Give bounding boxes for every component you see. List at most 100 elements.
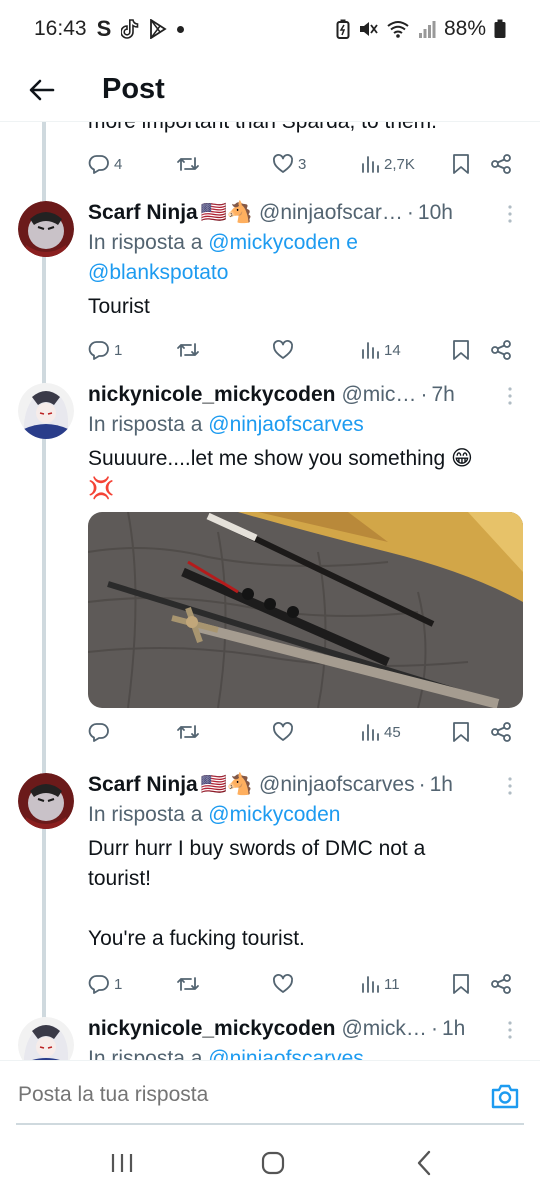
bookmark-button[interactable]: [452, 966, 470, 1002]
back-button[interactable]: [22, 70, 62, 110]
reply-icon: [88, 341, 109, 360]
back-nav-button[interactable]: [404, 1148, 444, 1178]
reply-button[interactable]: 1: [88, 966, 122, 1002]
like-button[interactable]: 3: [272, 146, 306, 182]
bookmark-button[interactable]: [452, 332, 470, 368]
tweet-item[interactable]: nickynicole_mickycoden @mic… · 7h In ris…: [0, 380, 540, 760]
play-store-icon: [150, 19, 167, 39]
top-app-bar: Post: [0, 58, 540, 122]
more-options-icon[interactable]: [502, 776, 518, 796]
tweet-item[interactable]: Scarf Ninja 🇺🇸🐴 @ninjaofscarves · 1h In …: [0, 770, 540, 1010]
views-button[interactable]: 45: [360, 714, 401, 750]
repost-icon: [177, 157, 199, 171]
heart-icon: [273, 340, 293, 359]
like-button[interactable]: [272, 714, 294, 750]
more-options-icon[interactable]: [502, 204, 518, 224]
bookmark-icon: [453, 340, 469, 360]
page-title: Post: [102, 73, 165, 105]
repost-button[interactable]: [176, 966, 200, 1002]
share-button[interactable]: [490, 966, 512, 1002]
tweet-item[interactable]: Scarf Ninja 🇺🇸🐴 @ninjaofscar… · 10h In r…: [0, 198, 540, 378]
timestamp[interactable]: 10h: [418, 201, 453, 225]
repost-icon: [177, 343, 199, 357]
separator-dot: ·: [430, 1017, 438, 1040]
avatar[interactable]: [18, 383, 74, 439]
more-options-icon[interactable]: [502, 1020, 518, 1040]
timestamp[interactable]: 1h: [442, 1017, 465, 1041]
reply-composer: [0, 1060, 540, 1126]
reply-prefix: In risposta a: [88, 1047, 203, 1060]
views-icon: [362, 724, 379, 741]
arrow-left-icon: [29, 79, 55, 100]
reply-button[interactable]: 4: [88, 146, 122, 182]
views-count: 14: [384, 341, 401, 359]
mention-link[interactable]: @ninjaofscarves: [208, 1047, 364, 1060]
avatar[interactable]: [18, 1017, 74, 1060]
more-options-icon[interactable]: [502, 386, 518, 406]
avatar[interactable]: [18, 773, 74, 829]
battery-percent: 88%: [443, 17, 486, 40]
reply-count: 4: [114, 155, 123, 173]
recents-icon: [111, 1154, 133, 1172]
reply-icon: [88, 155, 109, 174]
mention-link[interactable]: @mickycoden: [208, 231, 340, 254]
home-button[interactable]: [253, 1148, 293, 1178]
share-button[interactable]: [490, 146, 512, 182]
heart-icon: [273, 722, 293, 741]
avatar[interactable]: [18, 201, 74, 257]
reply-input[interactable]: [18, 1083, 438, 1107]
dot-icon: [177, 25, 185, 33]
share-button[interactable]: [490, 332, 512, 368]
tweet-header: nickynicole_mickycoden @mic… · 7h: [88, 380, 520, 410]
reply-icon: [88, 723, 109, 742]
like-button[interactable]: [272, 332, 294, 368]
views-button[interactable]: 11: [360, 966, 400, 1002]
bookmark-icon: [453, 722, 469, 742]
tweet-actions: 45: [88, 714, 518, 750]
share-icon: [491, 974, 511, 994]
reply-button[interactable]: [88, 714, 110, 750]
repost-button[interactable]: [176, 332, 200, 368]
share-icon: [491, 722, 511, 742]
signal-icon: [418, 21, 436, 38]
reply-prefix: In risposta a: [88, 803, 203, 826]
thread[interactable]: more important than Sparda, to them. 4 3…: [0, 122, 540, 1060]
mention-link[interactable]: @ninjaofscarves: [208, 413, 364, 436]
timestamp[interactable]: 7h: [431, 383, 454, 407]
tweet-media-photo[interactable]: [88, 512, 523, 708]
bookmark-button[interactable]: [452, 714, 470, 750]
mention-link[interactable]: @mickycoden: [208, 803, 340, 826]
separator-dot: ·: [406, 201, 414, 224]
user-handle[interactable]: @ninjaofscarves: [259, 773, 415, 797]
camera-icon[interactable]: [490, 1081, 520, 1111]
display-name[interactable]: nickynicole_mickycoden: [88, 383, 335, 407]
bookmark-button[interactable]: [452, 146, 470, 182]
like-button[interactable]: [272, 966, 294, 1002]
timestamp[interactable]: 1h: [430, 773, 453, 797]
views-icon: [362, 156, 379, 173]
name-emoji: 🇺🇸🐴: [200, 201, 254, 224]
reply-button[interactable]: 1: [88, 332, 122, 368]
share-button[interactable]: [490, 714, 512, 750]
display-name[interactable]: Scarf Ninja: [88, 773, 198, 797]
partial-tweet-actions: 4 3 2,7K: [88, 146, 518, 182]
heart-icon: [273, 154, 293, 173]
reply-context: In risposta a @mickycoden e @blankspotat…: [88, 228, 520, 288]
display-name[interactable]: Scarf Ninja: [88, 201, 198, 225]
user-handle[interactable]: @mic…: [341, 383, 416, 407]
views-button[interactable]: 14: [360, 332, 401, 368]
like-count: 3: [298, 155, 307, 173]
repost-button[interactable]: [176, 146, 200, 182]
user-handle[interactable]: @mick…: [341, 1017, 426, 1041]
user-handle[interactable]: @ninjaofscar…: [259, 201, 403, 225]
views-button[interactable]: 2,7K: [360, 146, 415, 182]
recents-button[interactable]: [102, 1148, 142, 1178]
status-time: 16:43: [34, 17, 87, 40]
repost-button[interactable]: [176, 714, 200, 750]
bookmark-icon: [453, 974, 469, 994]
separator-dot: ·: [420, 383, 428, 406]
mention-link[interactable]: @blankspotato: [88, 261, 228, 284]
s-app-icon: S: [96, 16, 112, 41]
tweet-item[interactable]: nickynicole_mickycoden @mick… · 1h In ri…: [0, 1014, 540, 1060]
display-name[interactable]: nickynicole_mickycoden: [88, 1017, 335, 1041]
